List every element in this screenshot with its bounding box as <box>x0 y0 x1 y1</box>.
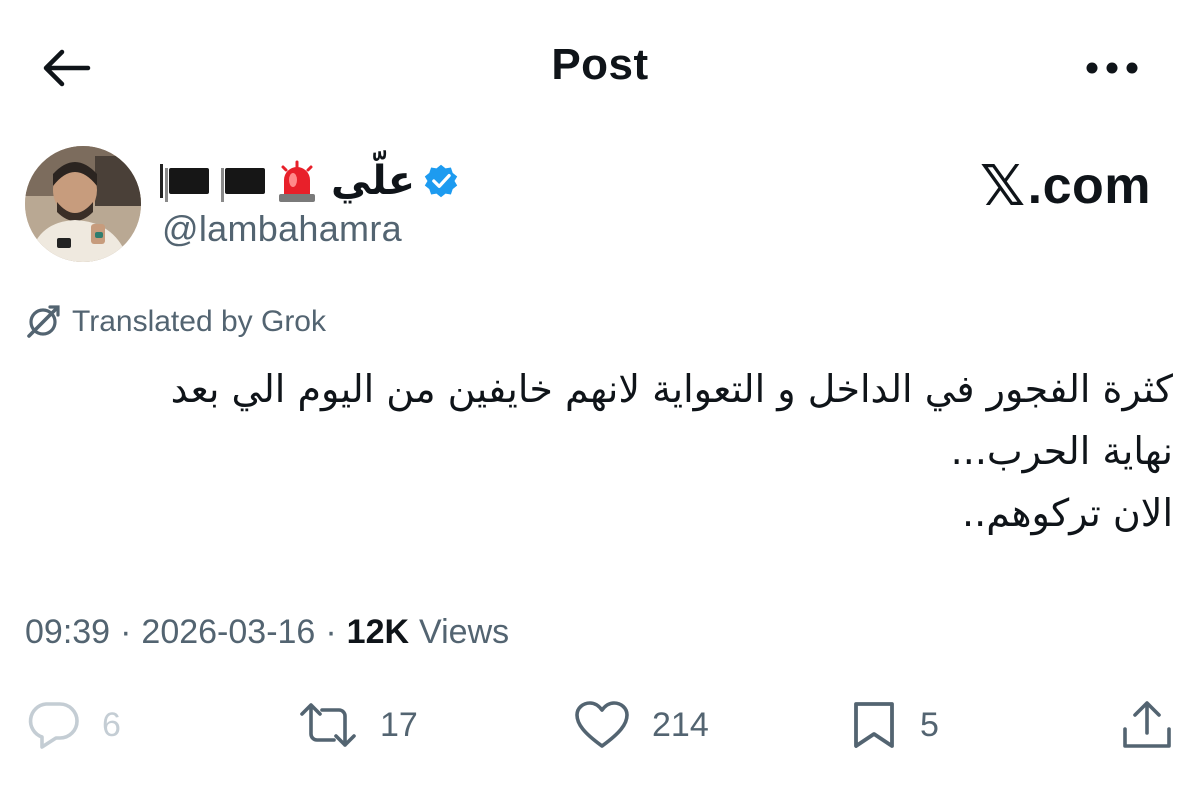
x-com-watermark: 𝕏 .com <box>980 153 1151 219</box>
views-count: 12K <box>346 612 410 651</box>
repost-count: 17 <box>380 705 418 744</box>
header: Post <box>0 0 1200 130</box>
share-button[interactable] <box>1120 690 1174 760</box>
bookmark-count: 5 <box>920 705 939 744</box>
page-title: Post <box>551 40 649 89</box>
more-button[interactable] <box>1080 40 1144 96</box>
black-flag-emoji-icon <box>165 168 209 202</box>
watermark-text: .com <box>1027 157 1151 215</box>
like-button[interactable]: 214 <box>574 690 709 760</box>
grok-logo-icon <box>27 305 60 338</box>
flag-pole <box>160 164 163 198</box>
verified-badge-icon <box>424 164 458 198</box>
avatar[interactable] <box>25 146 141 262</box>
flag-emojis <box>160 164 265 202</box>
tweet-text: كثرة الفجور في الداخل و التعواية لانهم خ… <box>73 358 1173 544</box>
reply-icon <box>28 702 79 749</box>
action-bar: 6 17 214 5 <box>0 690 1200 760</box>
author-name[interactable]: علّي <box>160 153 459 209</box>
translated-by-grok[interactable]: Translated by Grok <box>24 301 326 343</box>
share-icon <box>1123 701 1171 748</box>
bookmark-button[interactable]: 5 <box>850 690 939 760</box>
display-name: علّي <box>331 158 416 204</box>
x-logo-icon: 𝕏 <box>980 153 1026 219</box>
reply-count: 6 <box>102 705 121 744</box>
post-meta: 09:39 · 2026-03-16 · 12K Views <box>25 608 509 656</box>
post-date[interactable]: 2026-03-16 <box>141 613 315 652</box>
author-handle[interactable]: @lambahamra <box>162 208 402 250</box>
black-flag-emoji-icon <box>221 168 265 202</box>
meta-separator: · <box>120 612 132 651</box>
repost-icon <box>300 703 356 747</box>
siren-emoji-icon <box>279 160 315 202</box>
bookmark-icon <box>854 702 894 748</box>
translated-label: Translated by Grok <box>72 305 326 338</box>
meta-separator: · <box>325 612 337 651</box>
post-time[interactable]: 09:39 <box>25 613 110 652</box>
like-count: 214 <box>652 705 709 744</box>
repost-button[interactable]: 17 <box>298 690 418 760</box>
tweet-line: كثرة الفجور في الداخل و التعواية لانهم خ… <box>170 367 1173 411</box>
views-label: Views <box>419 612 510 651</box>
more-horizontal-icon <box>1086 62 1138 74</box>
heart-icon <box>575 701 629 748</box>
tweet-line: نهاية الحرب... <box>950 429 1173 473</box>
reply-button[interactable]: 6 <box>26 690 121 760</box>
post-page: Post علّي @lambahamra 𝕏 .com Translated … <box>0 0 1200 788</box>
tweet-line: الان تركوهم.. <box>962 491 1173 535</box>
